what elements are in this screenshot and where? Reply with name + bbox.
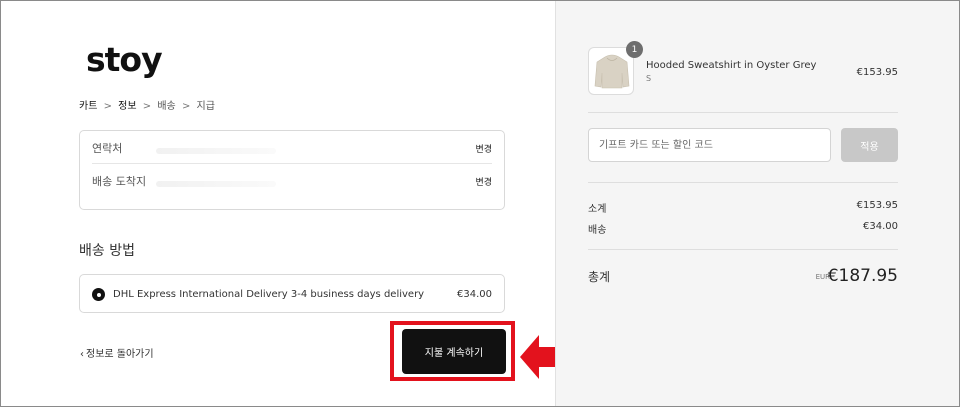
contact-row: 연락처 변경: [92, 142, 492, 164]
ship-to-label: 배송 도착지: [92, 175, 147, 188]
return-to-info-link[interactable]: ‹ 정보로 돌아가기: [80, 345, 154, 360]
divider: [588, 182, 898, 183]
contact-label: 연락처: [92, 142, 123, 155]
store-logo[interactable]: stoy: [86, 40, 163, 79]
arrow-left-icon: [520, 335, 557, 379]
shipping-method-name: DHL Express International Delivery 3-4 b…: [113, 289, 425, 300]
shipping-row: 배송 €34.00: [588, 221, 898, 236]
discount-code-input[interactable]: [588, 128, 831, 162]
shipping-method-option[interactable]: DHL Express International Delivery 3-4 b…: [79, 274, 505, 313]
breadcrumb-info[interactable]: 정보: [118, 101, 136, 112]
product-variant: S: [646, 74, 652, 83]
total-label: 총계: [588, 270, 611, 284]
chevron-right-icon: >: [103, 101, 112, 112]
product-price: €153.95: [856, 67, 898, 78]
product-name: Hooded Sweatshirt in Oyster Grey: [646, 60, 817, 71]
shipping-method-title: 배송 방법: [79, 243, 135, 259]
shipping-value: €34.00: [863, 221, 898, 232]
total-value: €187.95: [827, 266, 898, 286]
breadcrumb-shipping: 배송: [157, 101, 176, 112]
shipping-label: 배송: [588, 225, 607, 236]
breadcrumb-payment: 지급: [196, 101, 215, 112]
subtotal-label: 소계: [588, 204, 607, 215]
subtotal-value: €153.95: [856, 200, 898, 211]
breadcrumb-cart[interactable]: 카트: [79, 101, 97, 112]
quantity-badge: 1: [626, 41, 643, 58]
subtotal-row: 소계 €153.95: [588, 200, 898, 215]
breadcrumb: 카트 > 정보 > 배송 > 지급: [79, 97, 218, 112]
apply-discount-button[interactable]: 적용: [841, 128, 898, 162]
review-box: 연락처 변경 배송 도착지 변경: [79, 130, 505, 210]
divider: [588, 249, 898, 250]
ship-to-row: 배송 도착지 변경: [92, 175, 492, 205]
chevron-left-icon: ‹: [80, 349, 84, 360]
chevron-right-icon: >: [181, 101, 191, 112]
contact-value-redacted: [156, 148, 276, 154]
ship-to-value-redacted: [156, 181, 276, 187]
chevron-right-icon: >: [142, 101, 152, 112]
divider: [588, 112, 898, 113]
change-ship-to-link[interactable]: 변경: [475, 175, 492, 188]
return-to-info-label: 정보로 돌아가기: [86, 349, 154, 360]
shipping-method-price: €34.00: [457, 289, 492, 300]
radio-selected-icon[interactable]: [92, 288, 105, 301]
continue-to-payment-button[interactable]: 지불 계속하기: [402, 329, 506, 374]
change-contact-link[interactable]: 변경: [475, 142, 492, 155]
